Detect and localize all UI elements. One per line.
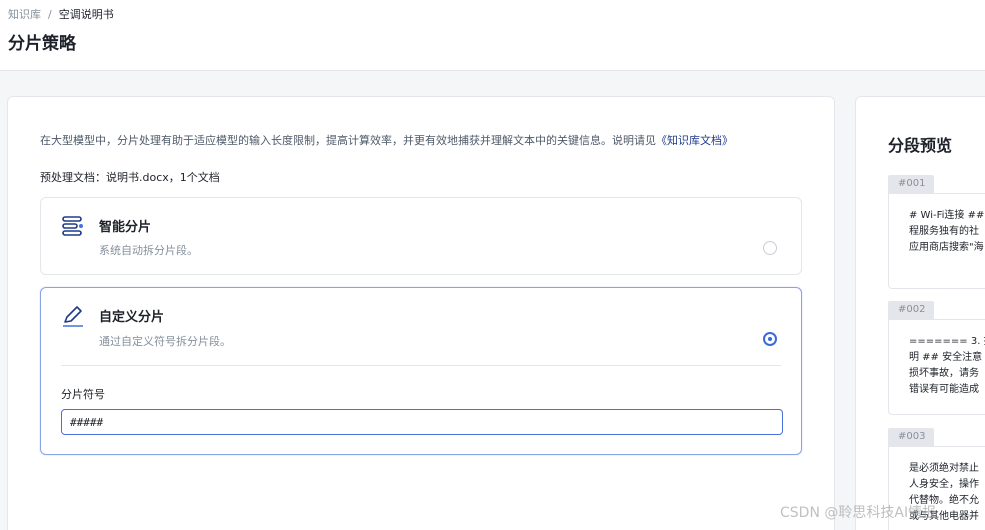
segment-preview-panel: 分段预览 #001 # Wi-Fi连接 ## 程服务独有的社 应用商店搜索"海 … [855, 96, 985, 530]
custom-split-subtitle: 通过自定义符号拆分片段。 [99, 335, 231, 348]
segment-tag: #003 [888, 428, 934, 446]
knowledge-base-doc-link[interactable]: 《知识库文档》 [656, 134, 733, 147]
description-text: 在大型模型中，分片处理有助于适应模型的输入长度限制，提高计算效率，并更有效地捕获… [40, 134, 656, 147]
breadcrumb-separator: / [48, 7, 52, 21]
option-divider [61, 365, 781, 366]
preprocess-doc-info: 预处理文档：说明书.docx，1个文档 [40, 171, 220, 184]
list-lines-icon [62, 216, 83, 236]
pen-icon [63, 306, 83, 327]
separator-label: 分片符号 [61, 388, 105, 401]
custom-split-title: 自定义分片 [99, 310, 165, 325]
segment-line: # Wi-Fi连接 ## [909, 210, 985, 221]
separator-input[interactable] [61, 409, 783, 435]
custom-split-radio[interactable] [763, 332, 777, 346]
segment-line: 人身安全，操作 [909, 479, 979, 490]
smart-split-title: 智能分片 [99, 220, 152, 235]
segment-line: 明 ## 安全注意 [909, 352, 983, 363]
segment-tag: #002 [888, 301, 934, 319]
segment-content: # Wi-Fi连接 ## 程服务独有的社 应用商店搜索"海 [888, 193, 985, 289]
segment-line: 错误有可能造成 [909, 384, 979, 395]
segment-line: 是必须绝对禁止 [909, 463, 979, 474]
segment-line: 损坏事故，请务 [909, 368, 979, 379]
strategy-panel: 在大型模型中，分片处理有助于适应模型的输入长度限制，提高计算效率，并更有效地捕获… [7, 96, 835, 530]
smart-split-option[interactable]: 智能分片 系统自动拆分片段。 [40, 197, 802, 275]
segment-tag: #001 [888, 175, 934, 193]
segment-line: 应用商店搜索"海 [909, 242, 984, 253]
breadcrumb: 知识库 / 空调说明书 [8, 6, 114, 22]
preview-title: 分段预览 [888, 136, 953, 155]
segment-line: ======= 3. 搜 [909, 336, 985, 347]
page-header: 知识库 / 空调说明书 分片策略 [0, 0, 985, 71]
smart-split-subtitle: 系统自动拆分片段。 [99, 244, 198, 257]
watermark: CSDN @聆思科技AI情报 [780, 505, 937, 521]
breadcrumb-root[interactable]: 知识库 [8, 6, 41, 22]
page-title: 分片策略 [8, 34, 76, 54]
segment-content: ======= 3. 搜 明 ## 安全注意 损坏事故，请务 错误有可能造成 [888, 319, 985, 415]
strategy-description: 在大型模型中，分片处理有助于适应模型的输入长度限制，提高计算效率，并更有效地捕获… [40, 132, 733, 148]
smart-split-radio[interactable] [763, 241, 777, 255]
breadcrumb-current: 空调说明书 [58, 8, 114, 21]
custom-split-option[interactable]: 自定义分片 通过自定义符号拆分片段。 分片符号 [40, 287, 802, 455]
segment-line: 程服务独有的社 [909, 226, 979, 237]
